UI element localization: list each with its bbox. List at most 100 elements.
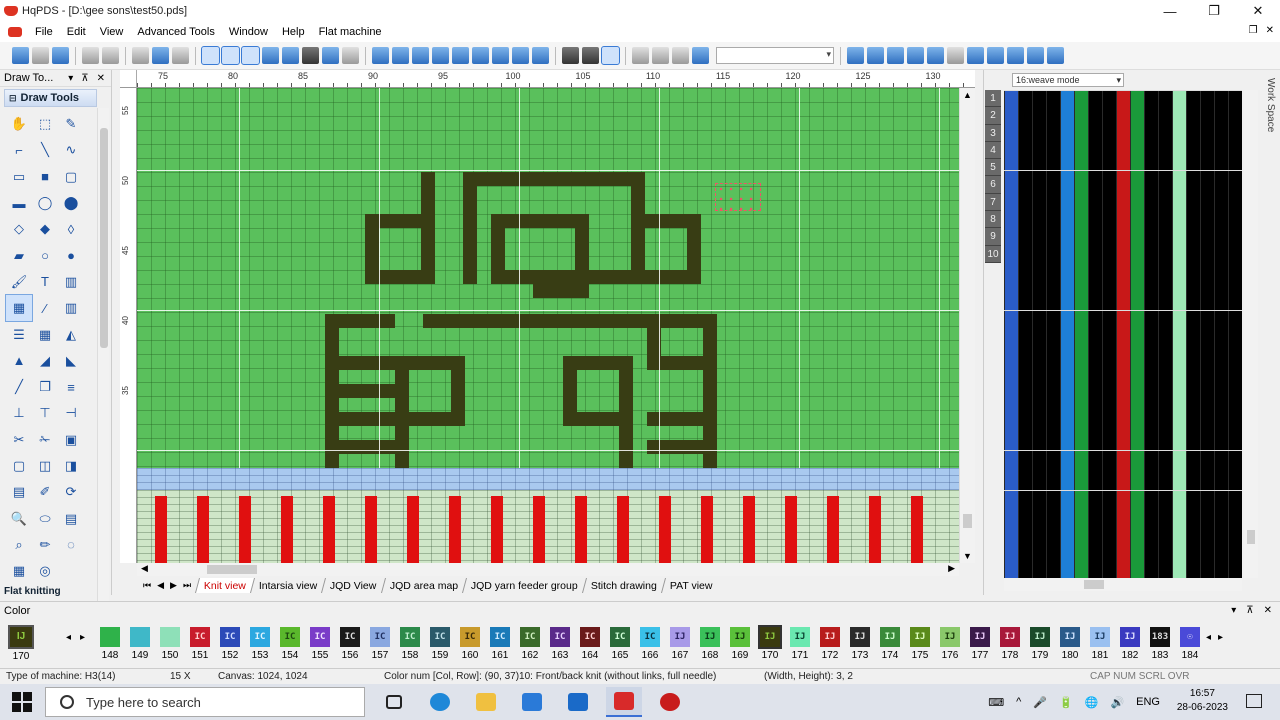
tab-jqd-view[interactable]: JQD View	[321, 578, 385, 593]
weave-row-number[interactable]: 10	[985, 245, 1001, 263]
tray-overflow-icon[interactable]: ^	[1016, 696, 1021, 708]
color-pin-icon[interactable]: ⊼	[1246, 605, 1253, 616]
stitch-icon[interactable]	[392, 47, 409, 64]
tab-first-icon[interactable]: ⏮	[143, 580, 151, 591]
menu-edit[interactable]: Edit	[60, 26, 93, 38]
scroll-thumb[interactable]	[963, 514, 972, 528]
box-icon[interactable]: ▣	[58, 427, 84, 453]
fill3-icon[interactable]: ◣	[58, 348, 84, 374]
document-icon[interactable]	[8, 27, 22, 37]
weave-row-number[interactable]: 7	[985, 193, 1001, 212]
swatch-prev-icon[interactable]: ◂	[66, 632, 71, 643]
windows-start-icon[interactable]	[12, 692, 32, 712]
color-swatch[interactable]: IJ 178	[995, 624, 1025, 661]
export-icon[interactable]	[532, 47, 549, 64]
toolbar-dropdown[interactable]	[716, 47, 834, 64]
view-icon[interactable]	[472, 47, 489, 64]
grid-icon[interactable]	[201, 46, 220, 65]
panel-dropdown-icon[interactable]: ▾	[68, 73, 73, 84]
move-icon[interactable]	[342, 47, 359, 64]
grid-tool-icon[interactable]: ▦	[5, 294, 33, 323]
eraser2-icon[interactable]: ✏	[32, 532, 58, 558]
color-swatch[interactable]: IC 151	[185, 624, 215, 661]
brush-icon[interactable]: 🖌	[6, 269, 32, 295]
round-rect-fill-icon[interactable]: ▬	[6, 190, 32, 216]
grid-snap-icon[interactable]	[241, 46, 260, 65]
scroll-up-icon[interactable]: ▲	[963, 90, 972, 100]
volume-icon[interactable]: 🔊	[1110, 696, 1124, 709]
dropper-icon[interactable]: ⁄	[32, 295, 58, 321]
tab-last-icon[interactable]: ⏭	[183, 580, 191, 591]
color-swatch[interactable]: IJ 167	[665, 624, 695, 661]
copy-icon[interactable]	[152, 47, 169, 64]
barcode-icon[interactable]: ▥	[58, 269, 84, 295]
redo-icon[interactable]	[102, 47, 119, 64]
color-swatch[interactable]: IJ 169	[725, 624, 755, 661]
scroll-right-icon[interactable]: ▶	[948, 563, 955, 574]
frame-icon[interactable]: ▢	[6, 453, 32, 479]
color-swatch[interactable]: 148	[95, 624, 125, 661]
tab-knit-view[interactable]: Knit view	[195, 578, 255, 593]
color-swatch[interactable]: IJ 174	[875, 624, 905, 661]
color-swatch[interactable]: IC 160	[455, 624, 485, 661]
tab-jqd-yarn-feeder-group[interactable]: JQD yarn feeder group	[462, 578, 587, 593]
arch-icon[interactable]	[322, 47, 339, 64]
diamond-icon[interactable]: ◇	[6, 216, 32, 242]
save-icon[interactable]	[52, 47, 69, 64]
grid2-icon[interactable]: ▦	[6, 558, 32, 584]
color-fill-icon[interactable]	[412, 47, 429, 64]
mdi-restore-button[interactable]: ❐	[1249, 25, 1258, 36]
columns-icon[interactable]: ▥	[58, 295, 84, 321]
store-icon[interactable]	[514, 687, 550, 717]
new-file-icon[interactable]	[12, 47, 29, 64]
color-swatch[interactable]: IJ 171	[785, 624, 815, 661]
color-swatch[interactable]: IC 154	[275, 624, 305, 661]
file-explorer-icon[interactable]	[468, 687, 504, 717]
eraser-icon[interactable]: ▰	[6, 242, 32, 268]
image-icon[interactable]: ▤	[6, 479, 32, 505]
color-swatch[interactable]: IJ 170	[755, 624, 785, 661]
hqpds-icon[interactable]	[606, 687, 642, 717]
yarn-active-icon[interactable]	[601, 46, 620, 65]
menu-file[interactable]: File	[28, 26, 60, 38]
edge-icon[interactable]	[422, 687, 458, 717]
close-button[interactable]: ✕	[1236, 0, 1280, 22]
language-indicator[interactable]: ENG	[1136, 696, 1160, 708]
ellipse-icon[interactable]: ◯	[32, 190, 58, 216]
table-icon[interactable]	[512, 47, 529, 64]
tag-icon[interactable]: ◭	[58, 321, 84, 347]
pencil-icon[interactable]: ✎	[58, 111, 84, 137]
microphone-icon[interactable]: 🎤	[1033, 696, 1047, 709]
ruler-icon[interactable]	[221, 46, 240, 65]
color-swatch[interactable]: IJ 180	[1055, 624, 1085, 661]
current-color[interactable]: IJ 170	[6, 624, 36, 662]
cut-icon[interactable]: ✂	[6, 427, 32, 453]
canvas-vertical-scrollbar[interactable]: ▲ ▼	[959, 88, 975, 563]
weave-row-number[interactable]: 6	[985, 176, 1001, 194]
tool-e-icon[interactable]	[927, 47, 944, 64]
line-icon[interactable]: ╲	[32, 137, 58, 163]
color-swatch[interactable]: IJ 168	[695, 624, 725, 661]
network-icon[interactable]: 🌐	[1085, 696, 1099, 709]
mdi-close-button[interactable]: ✕	[1266, 25, 1274, 36]
app-icon[interactable]	[652, 687, 688, 717]
align-left-icon[interactable]: ⊥	[6, 400, 32, 426]
pen-icon[interactable]: ✐	[32, 479, 58, 505]
tool-i-icon[interactable]	[1007, 47, 1024, 64]
color-swatch[interactable]: IC 152	[215, 624, 245, 661]
brush-icon[interactable]	[652, 47, 669, 64]
weave-row-number[interactable]: 9	[985, 228, 1001, 246]
scissors-icon[interactable]: ✁	[32, 427, 58, 453]
tab-intarsia-view[interactable]: Intarsia view	[250, 578, 326, 593]
color-swatch[interactable]: IC 165	[605, 624, 635, 661]
circle-fill-icon[interactable]: ●	[58, 242, 84, 268]
curve-icon[interactable]: ∿	[58, 137, 84, 163]
task-view-icon[interactable]	[376, 687, 412, 717]
frame2-icon[interactable]: ◫	[32, 453, 58, 479]
polyline-icon[interactable]: ⌐	[6, 137, 32, 163]
menu-flat-machine[interactable]: Flat machine	[312, 26, 389, 38]
mail-icon[interactable]	[560, 687, 596, 717]
color-swatch[interactable]: IC 164	[575, 624, 605, 661]
text-icon[interactable]: T	[32, 269, 58, 295]
scroll-down-icon[interactable]: ▼	[963, 551, 972, 561]
